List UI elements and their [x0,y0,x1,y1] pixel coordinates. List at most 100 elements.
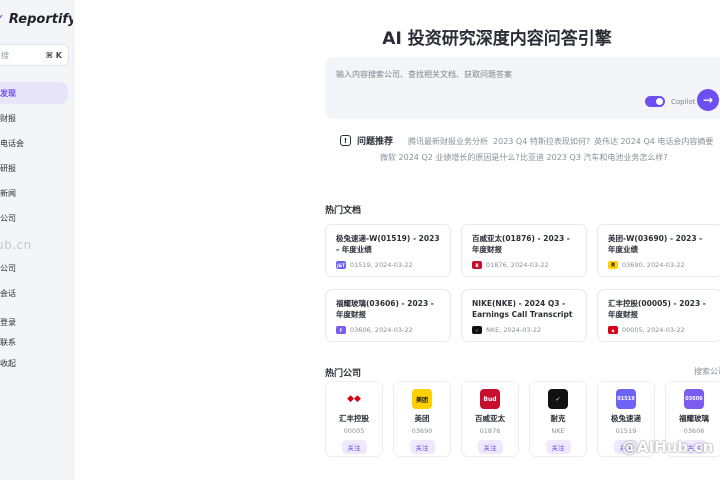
sidebar-search-shortcut: ⌘ K [45,50,62,60]
company-name: 美团 [414,414,430,423]
doc-title: 美团-W(03690) - 2023 - 年度业绩 [608,234,703,254]
suggestions-label: 问题推荐 [357,137,394,147]
suggested-question[interactable]: 比亚迪 2023 Q3 汽车和电池业务怎么样? [520,152,668,163]
doc-meta: 00005, 2024-03-22 [622,326,685,334]
watermark: ub.cn [0,238,32,252]
suggestions-header: ! 问题推荐 [340,134,393,147]
suggested-question[interactable]: 腾讯最新财报业务分析 [408,136,488,147]
suggested-question[interactable]: 微软 2024 Q2 业绩增长的原因是什么? [380,152,520,163]
search-companies-link[interactable]: 搜索公司 [694,366,720,377]
hsbc-logo-icon: ◆ [608,326,618,334]
sidebar-item-calls[interactable]: 电话会 [0,132,68,154]
sidebar-item-collapse[interactable]: 收起 [0,352,68,374]
company-name: 百威亚太 [475,414,505,423]
brand[interactable]: ✓ Reportify [0,12,74,27]
sidebar: ✓ Reportify 搜 ⌘ K 发现 财报 电话会 研报 新闻 公司 ub.… [0,0,74,480]
sidebar-item-label: 研报 [0,163,16,173]
page-title: AI 投资研究深度内容问答引擎 [382,29,612,49]
company-code: 03690 [411,427,433,435]
company-name: 极兔速递 [611,414,641,423]
sidebar-item-news[interactable]: 新闻 [0,182,68,204]
company-code: 00005 [343,427,365,435]
sidebar-item-label: 会话 [0,288,16,298]
budweiser-logo-icon: Bud [480,389,500,409]
follow-button[interactable]: 关注 [477,440,503,454]
company-card[interactable]: 美团 美团 03690 关注 [393,381,451,457]
brand-logo-icon: ✓ [0,12,5,27]
sidebar-item-research[interactable]: 研报 [0,157,68,179]
nike-logo-icon: ✓ [472,326,482,334]
company-code: 01519 [615,427,637,435]
company-code: 03606 [683,427,705,435]
company-name: 汇丰控股 [339,414,369,423]
sidebar-item-label: 电话会 [0,138,24,148]
doc-meta: NKE, 2024-03-22 [486,326,542,334]
sidebar-item-reports[interactable]: 财报 [0,107,68,129]
send-button[interactable]: → [697,89,719,111]
doc-meta: 03606, 2024-03-22 [350,326,413,334]
hsbc-logo-icon: ◆◆ [344,389,364,409]
hot-docs-title: 热门文档 [325,206,362,216]
company-card[interactable]: ◆◆ 汇丰控股 00005 关注 [325,381,383,457]
doc-card[interactable]: 美团-W(03690) - 2023 - 年度业绩 美 03690, 2024-0… [597,224,720,277]
main-content: AI 投资研究深度内容问答引擎 输入内容搜索公司、查找相关文档、获取问题答案 C… [74,0,720,480]
suggested-question[interactable]: 英伟达 2024 Q4 电话会内容摘要 [594,136,713,147]
sidebar-item-label: 公司 [0,263,16,273]
question-icon: ! [340,135,351,146]
meituan-logo-icon: 美团 [412,389,432,409]
company-name: 福耀玻璃 [679,414,709,423]
company-logo-icon: J&T [336,261,346,269]
sidebar-item-sessions[interactable]: 会话 [0,282,68,304]
sidebar-item-contact[interactable]: 联系 [0,331,68,353]
sidebar-search-placeholder: 搜 [1,50,9,60]
toggle-switch-icon [645,96,665,107]
doc-title: 汇丰控股(00005) - 2023 - 年度财报 [608,299,706,319]
doc-card[interactable]: NIKE(NKE) - 2024 Q3 - Earnings Call Tran… [461,289,587,342]
sidebar-item-label: 联系 [0,337,16,347]
sidebar-item-login[interactable]: 登录 [0,311,68,333]
doc-card[interactable]: 汇丰控股(00005) - 2023 - 年度财报 ◆ 00005, 2024-0… [597,289,720,342]
company-name: 耐克 [550,414,566,423]
doc-title: 百威亚太(01876) - 2023 - 年度财报 [472,234,570,254]
company-card[interactable]: ✓ 耐克 NKE 关注 [529,381,587,457]
watermark: @AIHub.cn [622,438,714,456]
doc-meta: 03690, 2024-03-22 [622,261,685,269]
company-logo-icon: B [472,261,482,269]
arrow-right-icon: → [702,93,714,107]
doc-card[interactable]: 福耀玻璃(03606) - 2023 - 年度财报 F 03606, 2024-0… [325,289,451,342]
doc-card[interactable]: 百威亚太(01876) - 2023 - 年度财报 B 01876, 2024-0… [461,224,587,277]
follow-button[interactable]: 关注 [409,440,435,454]
copilot-toggle[interactable]: Copilot [645,96,696,107]
sidebar-item-companies[interactable]: 公司 [0,207,68,229]
hot-companies-title: 热门公司 [325,369,362,379]
doc-title: 福耀玻璃(03606) - 2023 - 年度财报 [336,299,434,319]
doc-meta: 01519, 2024-03-22 [350,261,413,269]
follow-button[interactable]: 关注 [545,440,571,454]
company-code: NKE [551,427,565,435]
company-logo-icon: 美 [608,261,618,269]
doc-title: NIKE(NKE) - 2024 Q3 - Earnings Call Tran… [472,299,573,319]
doc-card[interactable]: 极兔速递-W(01519) - 2023 - 年度业绩 J&T 01519, 20… [325,224,451,277]
company-logo-icon: F [336,326,346,334]
sidebar-item-discover[interactable]: 发现 [0,82,68,104]
sidebar-item-label: 发现 [0,88,16,98]
doc-title: 极兔速递-W(01519) - 2023 - 年度业绩 [336,234,440,254]
sidebar-search[interactable]: 搜 ⌘ K [0,44,69,66]
ask-input-placeholder: 输入内容搜索公司、查找相关文档、获取问题答案 [336,70,512,79]
fuyao-logo-icon: 03606 [684,389,704,409]
company-card[interactable]: Bud 百威亚太 01876 关注 [461,381,519,457]
sidebar-item-label: 公司 [0,213,16,223]
sidebar-item-label: 新闻 [0,188,16,198]
nike-logo-icon: ✓ [548,389,568,409]
copilot-label: Copilot [671,97,696,106]
suggested-question[interactable]: 2023 Q4 特斯拉表现如何? [493,136,590,147]
company-code: 01876 [479,427,501,435]
ask-box[interactable]: 输入内容搜索公司、查找相关文档、获取问题答案 Copilot → [325,57,720,119]
follow-button[interactable]: 关注 [341,440,367,454]
sidebar-item-my-companies[interactable]: 公司 [0,257,68,279]
brand-name: Reportify [8,12,74,27]
doc-meta: 01876, 2024-03-22 [486,261,549,269]
sidebar-item-label: 财报 [0,113,16,123]
jt-logo-icon: 01519 [616,389,636,409]
sidebar-item-label: 收起 [0,358,16,368]
